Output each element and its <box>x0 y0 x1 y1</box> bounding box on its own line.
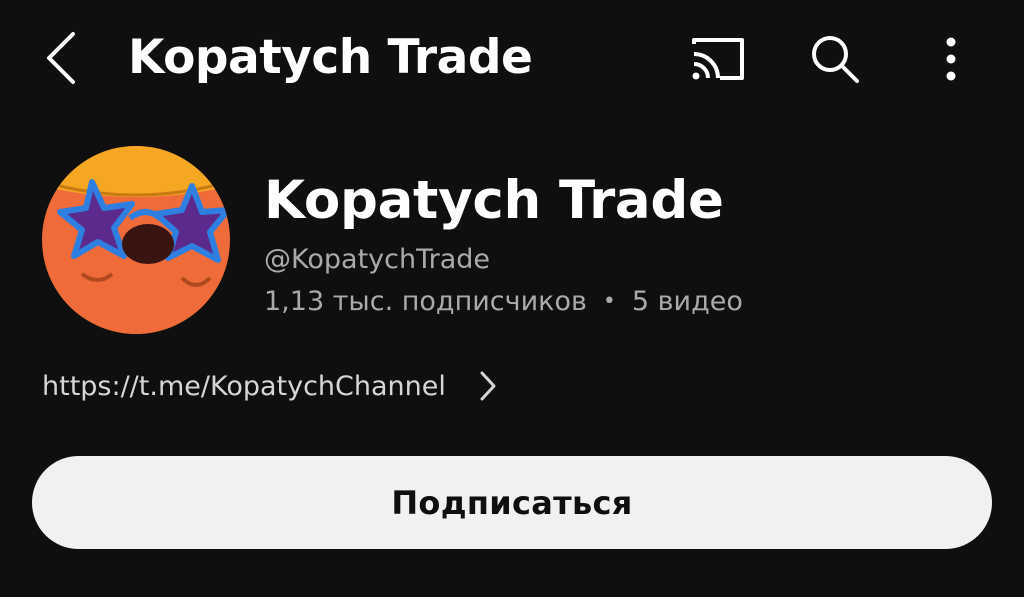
top-app-bar: Kopatych Trade <box>0 0 1024 118</box>
search-button[interactable] <box>800 24 870 94</box>
channel-name: Kopatych Trade <box>264 170 724 231</box>
cast-button[interactable] <box>680 26 756 92</box>
page-title: Kopatych Trade <box>128 30 533 85</box>
more-options-button[interactable] <box>924 26 978 92</box>
chevron-right-icon <box>476 369 500 403</box>
video-count: 5 видео <box>631 286 743 317</box>
channel-handle: @KopatychTrade <box>264 244 491 275</box>
subscriber-count: 1,13 тыс. подписчиков <box>264 286 587 317</box>
channel-avatar[interactable] <box>42 146 230 334</box>
stats-separator: • <box>602 289 616 314</box>
channel-page: Kopatych Trade Kopatych Trade @KopatychT… <box>0 0 1024 597</box>
subscribe-button[interactable]: Подписаться <box>32 456 992 549</box>
more-vertical-icon <box>946 37 956 81</box>
channel-link[interactable]: https://t.me/KopatychChannel <box>42 371 446 402</box>
avatar-image <box>42 146 230 334</box>
cast-icon <box>692 38 744 80</box>
channel-link-row[interactable]: https://t.me/KopatychChannel <box>42 364 500 408</box>
search-icon <box>812 36 859 83</box>
subscribe-label: Подписаться <box>391 483 633 522</box>
chevron-left-icon <box>47 32 75 84</box>
channel-stats: 1,13 тыс. подписчиков • 5 видео <box>264 284 743 320</box>
back-button[interactable] <box>30 22 90 94</box>
